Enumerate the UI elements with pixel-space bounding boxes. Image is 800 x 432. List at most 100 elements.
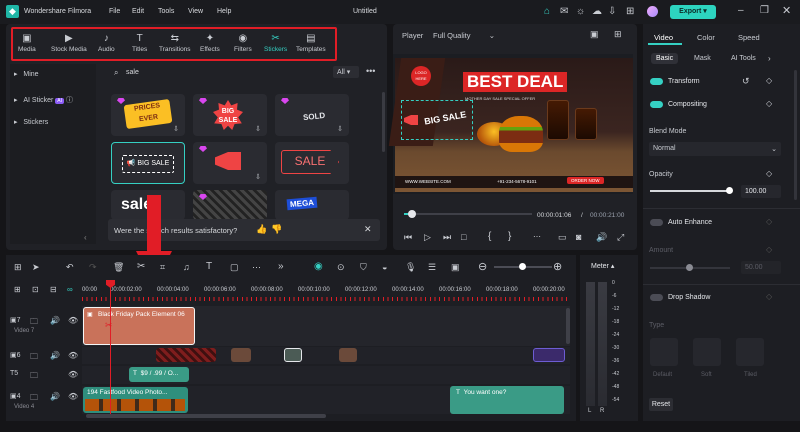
audio-adjust-icon[interactable]: ♫: [183, 262, 190, 272]
avatar[interactable]: [647, 6, 658, 17]
keyframe-icon[interactable]: ◇: [766, 99, 772, 108]
keyframe-icon[interactable]: ◇: [766, 76, 772, 85]
subtab-mask[interactable]: Mask: [694, 55, 711, 62]
timeline-ruler[interactable]: 00:00 00:00:02:00 00:00:04:00 00:00:06:0…: [82, 280, 570, 304]
opacity-slider-handle[interactable]: [726, 187, 733, 194]
visibility-icon[interactable]: 👁: [68, 392, 78, 401]
timeline-playhead[interactable]: [110, 280, 111, 416]
split-icon[interactable]: ✂: [137, 261, 145, 272]
shield-icon[interactable]: ⛉: [360, 262, 367, 273]
menu-edit[interactable]: Edit: [132, 8, 144, 15]
clip-you-want-one[interactable]: T You want one?: [450, 386, 564, 414]
clip-black-friday-element[interactable]: Black Friday Pack Element 06 ▣: [83, 307, 195, 345]
play-circle-icon[interactable]: ⊙: [337, 262, 345, 273]
bulb-icon[interactable]: ☼: [576, 6, 585, 17]
zoom-in-icon[interactable]: ⊕: [553, 260, 562, 273]
download-icon[interactable]: ⇩: [255, 173, 261, 181]
sticker-sale-arrow[interactable]: SALE: [275, 142, 349, 184]
add-track-icon[interactable]: ⊞: [14, 285, 21, 294]
tab-titles[interactable]: T Titles: [132, 33, 147, 53]
render-icon[interactable]: ◉: [314, 261, 323, 272]
sticker-prices-ever[interactable]: PRICES EVER ⇩: [111, 94, 185, 136]
scissors-icon[interactable]: ✂: [105, 320, 113, 331]
grid-view-icon[interactable]: ⊞: [614, 29, 622, 40]
menu-help[interactable]: Help: [217, 8, 231, 15]
delete-icon[interactable]: 🗑: [113, 262, 124, 273]
undo-icon[interactable]: ↶: [66, 262, 74, 273]
download-icon[interactable]: ⇩: [173, 125, 179, 133]
zoom-slider-handle[interactable]: [519, 263, 526, 270]
menu-view[interactable]: View: [188, 8, 203, 15]
preview-canvas[interactable]: LOGO HERE BEST DEAL MOTHER DAY SALE SPEC…: [388, 58, 633, 192]
folder-icon[interactable]: 🗀: [30, 370, 38, 384]
sticker-sold-out[interactable]: SOLD ⇩: [275, 94, 349, 136]
menu-file[interactable]: File: [109, 8, 120, 15]
tab-stock-media[interactable]: ▶ Stock Media: [51, 33, 87, 53]
properties-scrollbar[interactable]: [794, 70, 797, 200]
text-icon[interactable]: T: [206, 261, 212, 272]
keyframe-icon[interactable]: ◇: [766, 169, 772, 178]
more-tools-icon[interactable]: ⋯: [252, 262, 261, 273]
sidebar-item-mine[interactable]: ▸ Mine: [14, 70, 39, 78]
grid-icon[interactable]: ⊞: [626, 6, 634, 17]
sticker-mega-savings[interactable]: MEGA: [275, 190, 349, 220]
clip-title-text[interactable]: T $9 / .99 / O...: [129, 367, 189, 382]
camera-icon[interactable]: ◙: [576, 232, 581, 242]
download-icon[interactable]: ⇩: [608, 6, 616, 17]
auto-enhance-toggle[interactable]: [650, 219, 663, 226]
volume-icon[interactable]: 🔊: [596, 232, 607, 243]
thumbs-down-icon[interactable]: 👎: [271, 224, 282, 235]
quality-select[interactable]: Full Quality ⌄: [429, 28, 499, 42]
list-icon[interactable]: ☰: [428, 262, 436, 273]
reset-icon[interactable]: ↺: [742, 76, 750, 87]
clip-fastfood-video[interactable]: 194 Fastfood Video Photo...: [83, 387, 188, 413]
clip-thumbnail[interactable]: [284, 348, 302, 362]
download-icon[interactable]: ⇩: [255, 125, 261, 133]
tab-templates[interactable]: ▤ Templates: [296, 33, 326, 53]
filter-select[interactable]: All ▾: [333, 66, 359, 78]
playback-scrubber[interactable]: [407, 210, 416, 218]
shadow-type-default[interactable]: [650, 338, 678, 366]
tab-color[interactable]: Color: [697, 33, 715, 42]
minimize-icon[interactable]: –: [738, 5, 744, 16]
clip-thumbnail[interactable]: [231, 348, 251, 362]
tab-speed[interactable]: Speed: [738, 33, 760, 42]
snapshot-view-icon[interactable]: ▣: [590, 29, 599, 40]
close-icon[interactable]: ✕: [782, 4, 791, 17]
chevron-right-icon[interactable]: ›: [768, 54, 771, 63]
redo-icon[interactable]: ↷: [89, 262, 97, 273]
expand-tools-icon[interactable]: »: [278, 261, 284, 272]
sticker-grid-scrollbar[interactable]: [382, 92, 385, 152]
mute-icon[interactable]: 🔊: [50, 316, 60, 325]
visibility-icon[interactable]: 👁: [68, 370, 78, 379]
announcement-icon[interactable]: ✉: [560, 6, 568, 17]
sidebar-item-ai-sticker[interactable]: ▸ AI Sticker AI ⓘ: [14, 95, 73, 105]
clip-sticker[interactable]: [156, 348, 216, 362]
shadow-type-tiled[interactable]: [736, 338, 764, 366]
timeline-horizontal-scrollbar[interactable]: [86, 414, 326, 418]
sticker-big-sale[interactable]: BIG SALE ⇩: [193, 94, 267, 136]
tab-effects[interactable]: ✦ Effects: [200, 33, 220, 53]
shadow-type-soft[interactable]: [693, 338, 721, 366]
stop-icon[interactable]: □: [461, 232, 466, 242]
transform-toggle[interactable]: [650, 78, 663, 85]
tab-video[interactable]: Video: [654, 33, 673, 42]
select-tool-icon[interactable]: ⊞: [14, 262, 22, 273]
prev-frame-icon[interactable]: ⏮: [404, 232, 412, 243]
mute-icon[interactable]: 🔊: [50, 392, 60, 401]
mark-out-icon[interactable]: }: [508, 231, 511, 242]
thumbs-up-icon[interactable]: 👍: [256, 224, 267, 235]
more-player-icon[interactable]: ⋯: [533, 232, 541, 241]
tab-audio[interactable]: ♪ Audio: [98, 33, 115, 53]
fullscreen-icon[interactable]: ⤢: [617, 232, 624, 243]
sticker-big-sale-megaphone[interactable]: 📢 BIG SALE: [111, 142, 185, 184]
magnet-icon[interactable]: ∞: [67, 285, 73, 294]
close-feedback-icon[interactable]: ✕: [364, 224, 372, 235]
rectangle-icon[interactable]: ▢: [230, 262, 239, 273]
tab-filters[interactable]: ◉ Filters: [234, 33, 252, 53]
timeline-vertical-scrollbar[interactable]: [566, 308, 570, 344]
more-options-icon[interactable]: •••: [366, 66, 375, 76]
zoom-out-icon[interactable]: ⊖: [478, 260, 487, 273]
amount-input[interactable]: 50.00: [741, 261, 781, 274]
help-icon[interactable]: ⓘ: [66, 97, 73, 104]
